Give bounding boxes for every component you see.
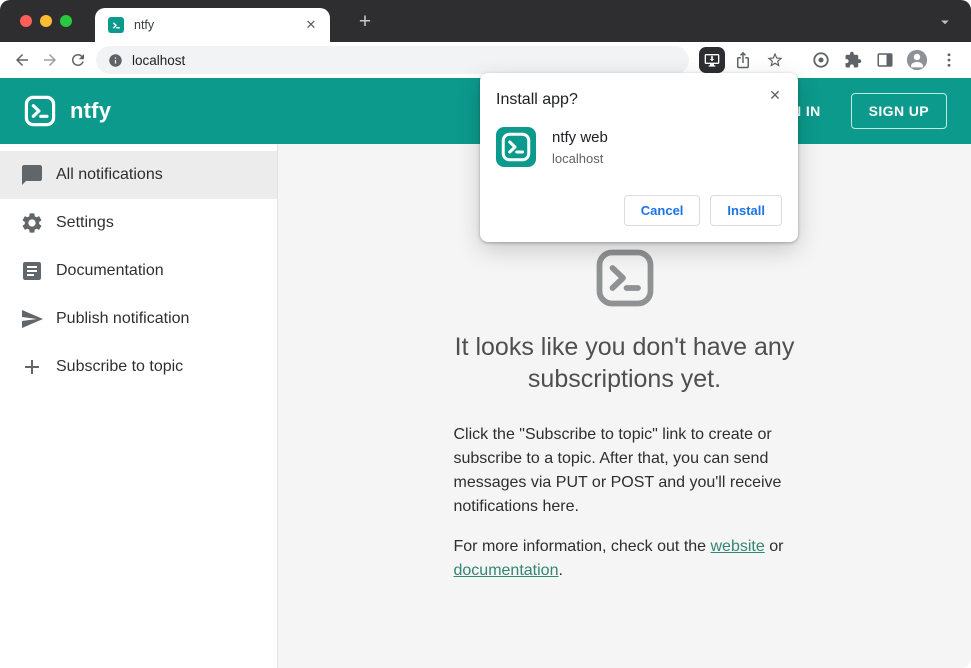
forward-button[interactable] — [36, 46, 64, 74]
empty-state-title: It looks like you don't have any subscri… — [454, 333, 795, 393]
more-info-text: For more information, check out the — [453, 538, 711, 555]
new-tab-button[interactable]: + — [352, 9, 378, 35]
ntfy-terminal-icon — [595, 248, 655, 313]
install-app-icon[interactable] — [699, 47, 725, 73]
cancel-button[interactable]: Cancel — [623, 195, 701, 226]
sidebar-item-settings[interactable]: Settings — [0, 199, 277, 247]
refresh-button[interactable] — [64, 46, 92, 74]
sidebar-item-label: Settings — [56, 214, 114, 231]
website-link[interactable]: website — [711, 538, 765, 555]
book-icon — [23, 262, 41, 280]
sidebar-item-label: Documentation — [56, 262, 164, 279]
url-text: localhost — [132, 52, 186, 68]
sign-up-button[interactable]: SIGN UP — [850, 93, 947, 129]
toolbar-right-icons — [699, 46, 963, 74]
browser-menu-kebab-icon[interactable] — [935, 46, 963, 74]
close-window-button[interactable] — [20, 15, 32, 27]
chat-bubble-icon — [22, 165, 42, 185]
sidebar-item-subscribe-to-topic[interactable]: Subscribe to topic — [0, 343, 277, 391]
plus-icon — [25, 360, 39, 374]
documentation-link[interactable]: documentation — [454, 562, 559, 579]
back-button[interactable] — [8, 46, 36, 74]
period-text: . — [558, 562, 563, 579]
sidebar-item-label: All notifications — [56, 166, 163, 183]
extensions-puzzle-icon[interactable] — [839, 46, 867, 74]
or-text: or — [764, 538, 784, 555]
dialog-app-origin: localhost — [552, 151, 604, 166]
sidebar-item-label: Publish notification — [56, 310, 190, 327]
dialog-close-icon[interactable]: ✕ — [765, 85, 785, 105]
minimize-window-button[interactable] — [40, 15, 52, 27]
dialog-app-name: ntfy web — [552, 129, 608, 146]
site-info-icon — [109, 53, 122, 67]
ntfy-logo-icon — [24, 95, 56, 127]
tab-title: ntfy — [134, 18, 155, 32]
send-icon — [22, 310, 43, 328]
fullscreen-window-button[interactable] — [60, 15, 72, 27]
sidebar-item-documentation[interactable]: Documentation — [0, 247, 277, 295]
empty-state-links-paragraph: For more information, check out the webs… — [454, 535, 796, 583]
dialog-actions: Cancel Install — [496, 195, 782, 226]
bookmark-star-icon[interactable] — [761, 46, 789, 74]
sidebar-item-label: Subscribe to topic — [56, 358, 184, 375]
sidebar-item-publish-notification[interactable]: Publish notification — [0, 295, 277, 343]
profile-avatar[interactable] — [903, 46, 931, 74]
install-button[interactable]: Install — [710, 195, 782, 226]
tab-search-chevron-icon[interactable] — [935, 12, 955, 32]
dialog-body: ntfy web localhost — [496, 127, 782, 167]
gear-icon — [22, 213, 42, 233]
ntfy-favicon-icon — [108, 17, 124, 33]
window-controls — [20, 15, 72, 27]
brand-name: ntfy — [70, 98, 112, 123]
empty-state-paragraph: Click the "Subscribe to topic" link to c… — [453, 426, 782, 515]
tab-strip: ntfy ✕ + — [0, 0, 971, 42]
install-app-dialog: Install app? ✕ ntfy web localhost Cancel… — [480, 73, 798, 242]
address-bar[interactable]: localhost — [96, 46, 689, 74]
close-tab-icon[interactable]: ✕ — [302, 16, 320, 34]
extension-icon[interactable] — [807, 46, 835, 74]
sidebar-item-all-notifications[interactable]: All notifications — [0, 151, 277, 199]
browser-tab-ntfy[interactable]: ntfy ✕ — [95, 8, 330, 42]
sidebar: All notifications Settings Documentation… — [0, 144, 278, 668]
ntfy-app-icon — [496, 127, 536, 167]
browser-window: ntfy ✕ + localhost ntfy IN SIGN UP All n… — [0, 0, 971, 668]
dialog-title: Install app? — [496, 91, 578, 108]
side-panel-icon[interactable] — [871, 46, 899, 74]
share-icon[interactable] — [729, 46, 757, 74]
